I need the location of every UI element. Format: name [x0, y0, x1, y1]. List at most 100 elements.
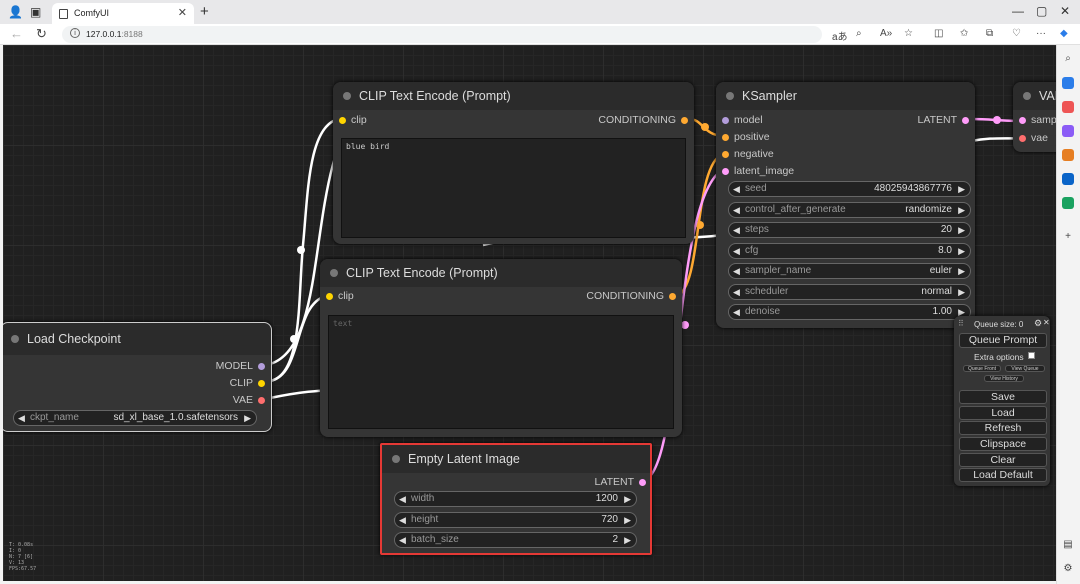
decrement-arrow-icon[interactable]: ◀	[733, 264, 740, 278]
save-button[interactable]: Save	[959, 390, 1047, 404]
office-icon[interactable]	[1062, 149, 1074, 161]
favorites-icon[interactable]: ✩	[960, 28, 968, 39]
input-latent-image[interactable]: latent_image	[722, 164, 794, 178]
increment-arrow-icon[interactable]: ▶	[624, 533, 631, 547]
input-positive[interactable]: positive	[722, 130, 770, 144]
url-field[interactable]: i 127.0.0.1:8188	[62, 26, 822, 43]
node-title-bar[interactable]: KSampler	[716, 82, 975, 110]
conditioning-output-dot-icon[interactable]	[681, 117, 688, 124]
vae-decode-node[interactable]: VAE sampl vae	[1013, 82, 1056, 152]
output-model[interactable]: MODEL	[216, 359, 265, 373]
latent-output-dot-icon[interactable]	[639, 479, 646, 486]
widget-cfg[interactable]: ◀ cfg 8.0 ▶	[728, 243, 971, 259]
translate-icon[interactable]: aあ	[832, 28, 848, 43]
samples-input-dot-icon[interactable]	[1019, 117, 1026, 124]
web-capture-icon[interactable]	[1062, 197, 1074, 209]
settings-gear-icon[interactable]: ⚙	[1034, 318, 1042, 329]
vae-output-dot-icon[interactable]	[258, 397, 265, 404]
decrement-arrow-icon[interactable]: ◀	[733, 223, 740, 237]
widget-sampler-name[interactable]: ◀ sampler_name euler ▶	[728, 263, 971, 279]
widget-control-after-generate[interactable]: ◀ control_after_generate randomize ▶	[728, 202, 971, 218]
latent-output-dot-icon[interactable]	[962, 117, 969, 124]
decrement-arrow-icon[interactable]: ◀	[399, 533, 406, 547]
load-checkpoint-node[interactable]: Load Checkpoint MODEL CLIP VAE ◀ ckpt_nam…	[3, 322, 272, 432]
split-screen-icon[interactable]: ◫	[934, 28, 943, 39]
increment-arrow-icon[interactable]: ▶	[624, 492, 631, 506]
more-icon[interactable]: ···	[1036, 28, 1046, 39]
output-latent[interactable]: LATENT	[918, 113, 969, 127]
profile-icon[interactable]: 👤	[8, 5, 23, 19]
refresh-button[interactable]: Refresh	[959, 421, 1047, 435]
clip-input-dot-icon[interactable]	[339, 117, 346, 124]
search-icon[interactable]: ⌕	[1062, 53, 1074, 65]
increment-arrow-icon[interactable]: ▶	[958, 264, 965, 278]
close-menu-icon[interactable]: ✕	[1043, 318, 1050, 327]
info-icon[interactable]: i	[70, 28, 80, 38]
widget-seed[interactable]: ◀ seed 48025943867776 ▶	[728, 181, 971, 197]
collections-icon[interactable]: ⧉	[986, 28, 993, 39]
clip-text-encode-negative-node[interactable]: CLIP Text Encode (Prompt) clip CONDITION…	[320, 259, 682, 437]
outlook-icon[interactable]	[1062, 173, 1074, 185]
shopping-icon[interactable]	[1062, 77, 1074, 89]
browser-tab[interactable]: ComfyUI ✕	[52, 3, 194, 24]
screen-icon[interactable]: ▤	[1062, 539, 1074, 551]
clip-text-encode-positive-node[interactable]: CLIP Text Encode (Prompt) clip CONDITION…	[333, 82, 694, 244]
input-vae[interactable]: vae	[1019, 131, 1048, 145]
copilot-icon[interactable]: ◆	[1060, 28, 1068, 39]
clip-output-dot-icon[interactable]	[258, 380, 265, 387]
decrement-arrow-icon[interactable]: ◀	[399, 492, 406, 506]
collapse-dot-icon[interactable]	[392, 455, 400, 463]
increment-arrow-icon[interactable]: ▶	[958, 285, 965, 299]
output-clip[interactable]: CLIP	[230, 376, 265, 390]
model-output-dot-icon[interactable]	[258, 363, 265, 370]
decrement-arrow-icon[interactable]: ◀	[733, 203, 740, 217]
view-queue-button[interactable]: View Queue	[1005, 365, 1045, 372]
decrement-arrow-icon[interactable]: ◀	[18, 411, 25, 425]
node-title-bar[interactable]: Empty Latent Image	[382, 445, 650, 473]
clear-button[interactable]: Clear	[959, 453, 1047, 467]
add-sidebar-item-icon[interactable]: +	[1062, 231, 1074, 243]
close-window-icon[interactable]: ✕	[1060, 4, 1070, 18]
output-conditioning[interactable]: CONDITIONING	[586, 289, 676, 303]
node-title-bar[interactable]: Load Checkpoint	[3, 323, 271, 355]
ksampler-node[interactable]: KSampler model positive negative latent_…	[716, 82, 975, 328]
queue-prompt-button[interactable]: Queue Prompt	[959, 333, 1047, 348]
close-tab-icon[interactable]: ✕	[178, 6, 187, 19]
load-default-button[interactable]: Load Default	[959, 468, 1047, 482]
model-input-dot-icon[interactable]	[722, 117, 729, 124]
queue-front-button[interactable]: Queue Front	[963, 365, 1001, 372]
extra-options-checkbox[interactable]	[1028, 352, 1035, 359]
settings-gear-icon[interactable]: ⚙	[1062, 563, 1074, 575]
empty-latent-image-node[interactable]: Empty Latent Image LATENT ◀ width 1200 ▶ ◀ h…	[380, 443, 652, 555]
input-samples[interactable]: sampl	[1019, 113, 1056, 127]
drag-handle-icon[interactable]: ⠿	[958, 319, 964, 328]
input-model[interactable]: model	[722, 113, 763, 127]
increment-arrow-icon[interactable]: ▶	[958, 223, 965, 237]
decrement-arrow-icon[interactable]: ◀	[399, 513, 406, 527]
tools-icon[interactable]	[1062, 101, 1074, 113]
decrement-arrow-icon[interactable]: ◀	[733, 285, 740, 299]
output-vae[interactable]: VAE	[233, 393, 265, 407]
positive-input-dot-icon[interactable]	[722, 134, 729, 141]
collapse-dot-icon[interactable]	[726, 92, 734, 100]
decrement-arrow-icon[interactable]: ◀	[733, 182, 740, 196]
node-title-bar[interactable]: CLIP Text Encode (Prompt)	[320, 259, 682, 287]
widget-height[interactable]: ◀ height 720 ▶	[394, 512, 637, 528]
graph-canvas[interactable]: CLIP Text Encode (Prompt) clip CONDITION…	[3, 45, 1056, 581]
new-tab-button[interactable]: +	[200, 3, 209, 20]
widget-ckpt-name[interactable]: ◀ ckpt_name sd_xl_base_1.0.safetensors ▶	[13, 410, 257, 426]
conditioning-output-dot-icon[interactable]	[669, 293, 676, 300]
maximize-icon[interactable]: ▢	[1036, 4, 1047, 18]
output-conditioning[interactable]: CONDITIONING	[598, 113, 688, 127]
increment-arrow-icon[interactable]: ▶	[958, 182, 965, 196]
increment-arrow-icon[interactable]: ▶	[244, 411, 251, 425]
increment-arrow-icon[interactable]: ▶	[958, 203, 965, 217]
vae-input-dot-icon[interactable]	[1019, 135, 1026, 142]
widget-denoise[interactable]: ◀ denoise 1.00 ▶	[728, 304, 971, 320]
clipspace-button[interactable]: Clipspace	[959, 437, 1047, 451]
increment-arrow-icon[interactable]: ▶	[624, 513, 631, 527]
games-icon[interactable]	[1062, 125, 1074, 137]
decrement-arrow-icon[interactable]: ◀	[733, 305, 740, 319]
zoom-icon[interactable]: ⌕	[856, 28, 862, 39]
increment-arrow-icon[interactable]: ▶	[958, 244, 965, 258]
